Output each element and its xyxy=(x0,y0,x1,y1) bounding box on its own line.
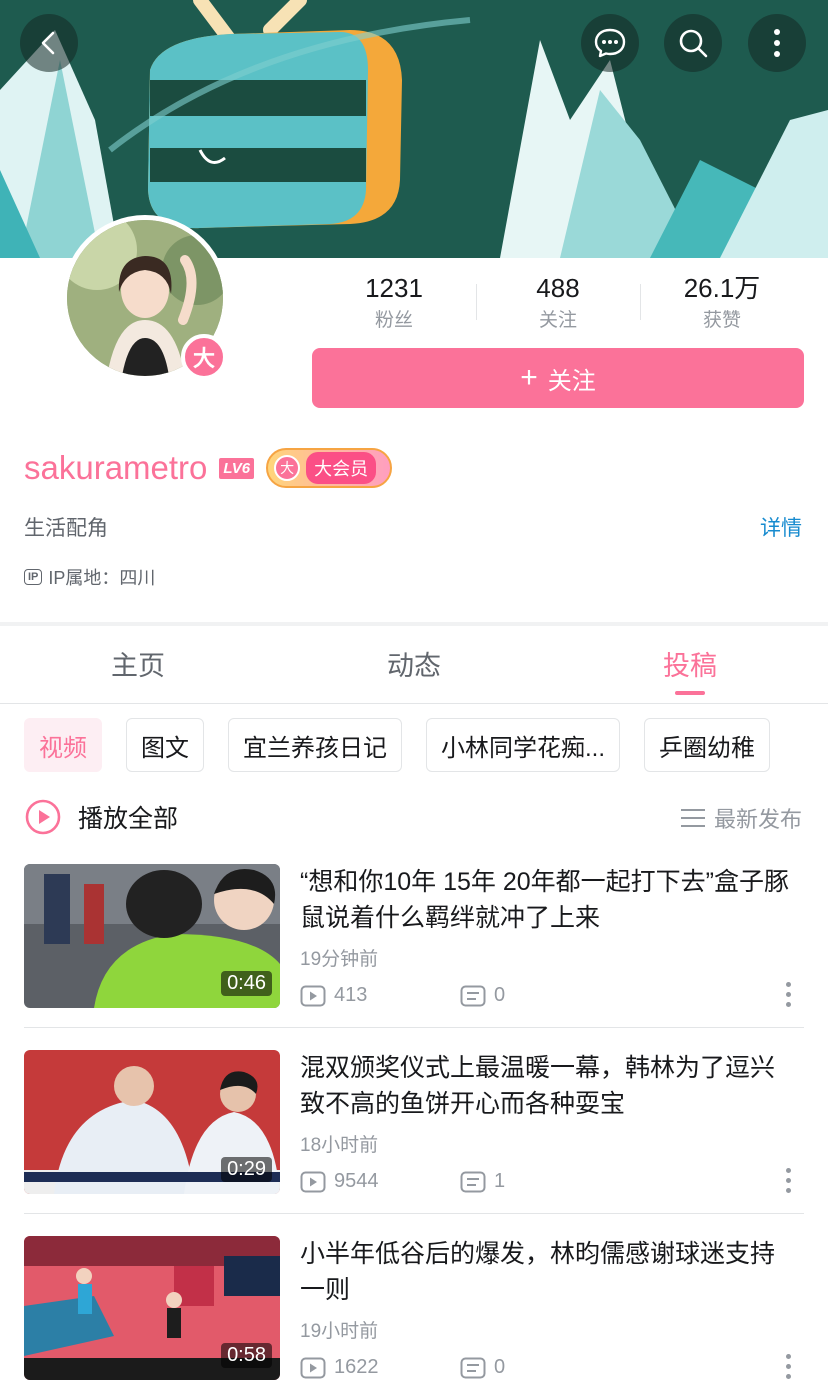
stat-value: 488 xyxy=(536,273,580,303)
username: sakurametro xyxy=(24,449,208,486)
list-divider xyxy=(24,1027,804,1028)
comment-count-value: 1 xyxy=(494,1170,506,1192)
video-item[interactable]: 0:58 小半年低谷后的爆发，林昀儒感谢球迷支持一则 19小时前 1622 0 xyxy=(24,1236,804,1382)
video-meta: 1622 0 xyxy=(300,1356,505,1379)
level-badge: LV6 xyxy=(219,457,255,479)
sort-lines-icon xyxy=(680,809,705,827)
tab-dynamic[interactable]: 动态 xyxy=(276,628,552,703)
plus-icon: + xyxy=(520,361,538,394)
vip-icon: 大 xyxy=(274,455,301,481)
vip-membership-tag[interactable]: 大 大会员 xyxy=(266,448,393,488)
stat-value: 26.1万 xyxy=(683,273,761,303)
comment-icon xyxy=(460,1171,486,1192)
list-divider xyxy=(24,1213,804,1214)
play-count-icon xyxy=(300,1171,326,1192)
name-row: sakurametro LV6 大 大会员 xyxy=(24,446,393,490)
sort-label: 最新发布 xyxy=(713,807,802,832)
video-time: 19小时前 xyxy=(300,1321,379,1342)
stat-likes[interactable]: 26.1万 获赞 xyxy=(640,270,804,340)
message-button[interactable] xyxy=(581,14,639,72)
video-duration: 0:58 xyxy=(221,1343,272,1368)
video-thumbnail[interactable]: 0:46 xyxy=(24,864,280,1008)
video-time: 19分钟前 xyxy=(300,949,379,970)
stat-label: 粉丝 xyxy=(374,310,413,331)
comment-count: 0 xyxy=(460,1356,505,1379)
message-icon xyxy=(594,28,626,58)
signature: 生活配角 xyxy=(24,517,108,540)
ip-location: IP IP属地：四川 xyxy=(24,564,155,590)
chip-collection[interactable]: 乒圈幼稚 xyxy=(644,718,771,772)
chip-collection[interactable]: 宜兰养孩日记 xyxy=(228,718,402,772)
play-all-button[interactable]: 播放全部 xyxy=(24,798,178,836)
more-options-icon[interactable] xyxy=(784,1168,792,1193)
video-time: 18小时前 xyxy=(300,1135,379,1156)
more-options-icon[interactable] xyxy=(784,982,792,1007)
follow-label: 关注 xyxy=(547,367,596,395)
video-meta: 413 0 xyxy=(300,984,505,1007)
search-button[interactable] xyxy=(664,14,722,72)
back-arrow-icon xyxy=(41,31,55,55)
filter-chips: 视频 图文 宜兰养孩日记 小林同学花痴... 乒圈幼稚 xyxy=(24,718,771,774)
ip-location-text: IP属地：四川 xyxy=(48,568,156,588)
stat-value: 1231 xyxy=(365,273,423,303)
chip-video[interactable]: 视频 xyxy=(24,718,102,772)
comment-count-value: 0 xyxy=(494,1356,506,1378)
play-count-value: 1622 xyxy=(334,1356,379,1378)
profile-tabs: 主页 动态 投稿 xyxy=(0,628,828,704)
tab-uploads[interactable]: 投稿 xyxy=(552,628,828,703)
section-divider xyxy=(0,622,828,626)
video-thumbnail[interactable]: 0:29 xyxy=(24,1050,280,1194)
follow-button[interactable]: + 关注 xyxy=(312,348,804,408)
stat-label: 获赞 xyxy=(702,310,741,331)
video-item[interactable]: 0:46 “想和你10年 15年 20年都一起打下去”盒子豚鼠说着什么羁绊就冲了… xyxy=(24,864,804,1010)
comment-icon xyxy=(460,985,486,1006)
video-title[interactable]: “想和你10年 15年 20年都一起打下去”盒子豚鼠说着什么羁绊就冲了上来 xyxy=(300,864,794,936)
more-button[interactable] xyxy=(748,14,806,72)
play-count-icon xyxy=(300,985,326,1006)
vip-avatar-badge: 大 xyxy=(181,334,227,380)
vip-label: 大会员 xyxy=(306,452,377,484)
comment-count: 1 xyxy=(460,1170,505,1193)
chip-collection[interactable]: 小林同学花痴... xyxy=(426,718,621,772)
ip-icon: IP xyxy=(24,569,43,585)
stat-fans[interactable]: 1231 粉丝 xyxy=(312,270,476,340)
play-count-icon xyxy=(300,1357,326,1378)
play-count: 1622 xyxy=(300,1356,460,1379)
play-count: 413 xyxy=(300,984,460,1007)
video-title[interactable]: 小半年低谷后的爆发，林昀儒感谢球迷支持一则 xyxy=(300,1236,794,1308)
play-count-value: 9544 xyxy=(334,1170,379,1192)
comment-icon xyxy=(460,1357,486,1378)
tab-home[interactable]: 主页 xyxy=(0,628,276,703)
play-circle-icon xyxy=(25,799,61,835)
sort-button[interactable]: 最新发布 xyxy=(680,802,802,834)
video-thumbnail[interactable]: 0:58 xyxy=(24,1236,280,1380)
play-count: 9544 xyxy=(300,1170,460,1193)
video-meta: 9544 1 xyxy=(300,1170,505,1193)
comment-count: 0 xyxy=(460,984,505,1007)
video-title[interactable]: 混双颁奖仪式上最温暖一幕，韩林为了逗兴致不高的鱼饼开心而各种耍宝 xyxy=(300,1050,794,1122)
play-count-value: 413 xyxy=(334,984,368,1006)
more-vertical-icon xyxy=(774,29,780,57)
back-button[interactable] xyxy=(20,14,78,72)
video-duration: 0:29 xyxy=(221,1157,272,1182)
chip-image-text[interactable]: 图文 xyxy=(126,718,204,772)
comment-count-value: 0 xyxy=(494,984,506,1006)
search-icon xyxy=(679,29,708,58)
video-item[interactable]: 0:29 混双颁奖仪式上最温暖一幕，韩林为了逗兴致不高的鱼饼开心而各种耍宝 18… xyxy=(24,1050,804,1196)
video-duration: 0:46 xyxy=(221,971,272,996)
profile-stats: 1231 粉丝 488 关注 26.1万 获赞 xyxy=(312,270,804,340)
stat-label: 关注 xyxy=(538,310,577,331)
stat-following[interactable]: 488 关注 xyxy=(476,270,640,340)
detail-link[interactable]: 详情 xyxy=(760,512,802,542)
play-all-label: 播放全部 xyxy=(78,805,179,833)
more-options-icon[interactable] xyxy=(784,1354,792,1379)
